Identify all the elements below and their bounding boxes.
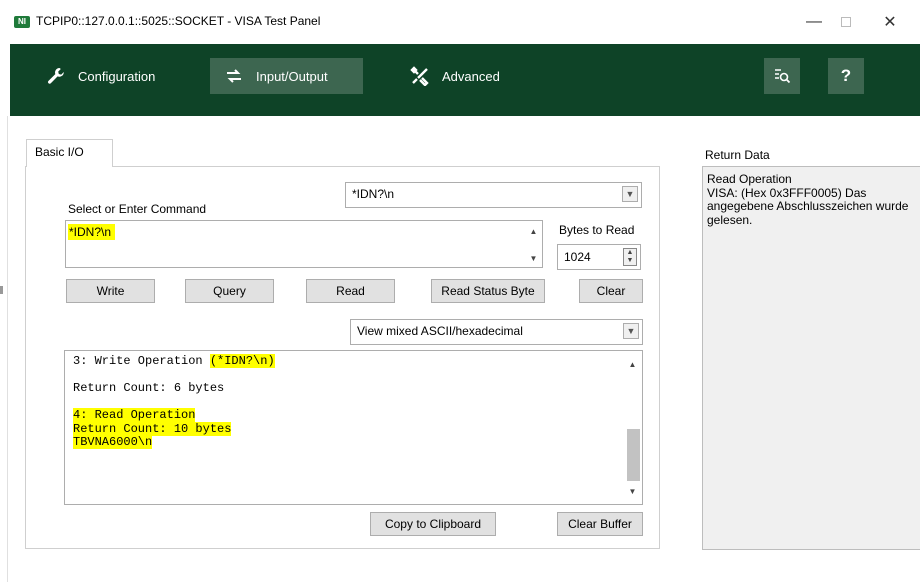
tab-basic-io[interactable]: Basic I/O [26,139,113,167]
output-text-area[interactable]: 3: Write Operation (*IDN?\n) Return Count… [64,350,643,505]
return-data-panel: Read Operation VISA: (Hex 0x3FFF0005) Da… [702,166,920,550]
visa-test-panel-window: NI TCPIP0::127.0.0.1::5025::SOCKET - VIS… [0,0,920,582]
title-bar: NI TCPIP0::127.0.0.1::5025::SOCKET - VIS… [0,0,920,44]
output-line: 4: Read Operation [73,408,275,423]
input-output-button[interactable]: Input/Output [210,58,363,94]
read-status-byte-button[interactable]: Read Status Byte [431,279,545,303]
return-data-title: Return Data [705,148,770,162]
window-title: TCPIP0::127.0.0.1::5025::SOCKET - VISA T… [36,14,321,28]
command-dropdown-value: *IDN?\n [352,187,395,201]
read-button[interactable]: Read [306,279,395,303]
window-edge-marker [0,286,3,294]
scroll-down-icon[interactable]: ▼ [623,484,642,500]
scroll-thumb[interactable] [627,429,640,481]
main-toolbar: Configuration Input/Output Advanced ? [10,44,920,116]
maximize-icon [841,17,851,27]
ni-app-icon: NI [14,16,30,28]
query-button[interactable]: Query [185,279,274,303]
configuration-label: Configuration [78,68,156,84]
wrench-icon [46,66,66,86]
output-line: Return Count: 6 bytes [73,381,275,396]
configuration-button[interactable]: Configuration [32,58,169,94]
view-mode-value: View mixed ASCII/hexadecimal [357,324,523,338]
help-button[interactable]: ? [828,58,864,94]
advanced-label: Advanced [442,68,500,84]
output-line-highlight: TBVNA6000\n [73,435,153,449]
command-input[interactable]: *IDN?\n ▲ ▼ [65,220,543,268]
command-input-value: *IDN?\n [68,224,116,240]
left-edge [7,116,8,582]
bytes-to-read-value: 1024 [564,250,591,264]
command-dropdown[interactable]: *IDN?\n ▼ [345,182,642,208]
output-line-highlight: (*IDN?\n) [209,354,275,368]
advanced-button[interactable]: Advanced [396,58,514,94]
output-line-highlight: Return Count: 10 bytes [73,421,232,436]
close-button[interactable]: ✕ [870,8,910,36]
chevron-down-icon: ▼ [622,186,638,202]
copy-to-clipboard-button[interactable]: Copy to Clipboard [370,512,496,536]
scroll-down-icon[interactable]: ▼ [525,251,542,267]
search-icon [775,69,791,84]
command-scrollbar[interactable]: ▲ ▼ [525,221,542,267]
scroll-up-icon[interactable]: ▲ [525,224,542,240]
output-lines: 3: Write Operation (*IDN?\n) Return Count… [73,354,275,450]
clear-buffer-button[interactable]: Clear Buffer [557,512,643,536]
output-line: TBVNA6000\n [73,435,275,450]
output-line-text: Return Count: 6 bytes [73,381,225,395]
bytes-to-read-stepper[interactable]: 1024 ▲ ▼ [557,244,641,270]
swap-arrows-icon [224,66,244,86]
scroll-up-icon[interactable]: ▲ [623,357,642,373]
output-line-highlight: 4: Read Operation [73,408,196,422]
command-label: Select or Enter Command [68,202,207,216]
clear-button[interactable]: Clear [579,279,643,303]
stepper-arrows-icon[interactable]: ▲ ▼ [623,248,637,266]
find-resources-button[interactable] [764,58,800,94]
return-operation: Read Operation [707,172,792,186]
chevron-down-icon: ▼ [623,323,639,339]
output-line: Return Count: 10 bytes [73,421,275,437]
output-scrollbar[interactable]: ▲ ▼ [623,351,642,504]
tools-icon [410,66,430,86]
return-message: VISA: (Hex 0x3FFF0005) Das angegebene Ab… [707,185,909,227]
write-button[interactable]: Write [66,279,155,303]
output-line: 3: Write Operation (*IDN?\n) [73,354,275,369]
bytes-to-read-label: Bytes to Read [559,223,635,237]
view-mode-dropdown[interactable]: View mixed ASCII/hexadecimal ▼ [350,319,643,345]
input-output-label: Input/Output [256,68,328,84]
maximize-button[interactable] [826,8,866,36]
output-line-text: 3: Write Operation [73,354,210,368]
